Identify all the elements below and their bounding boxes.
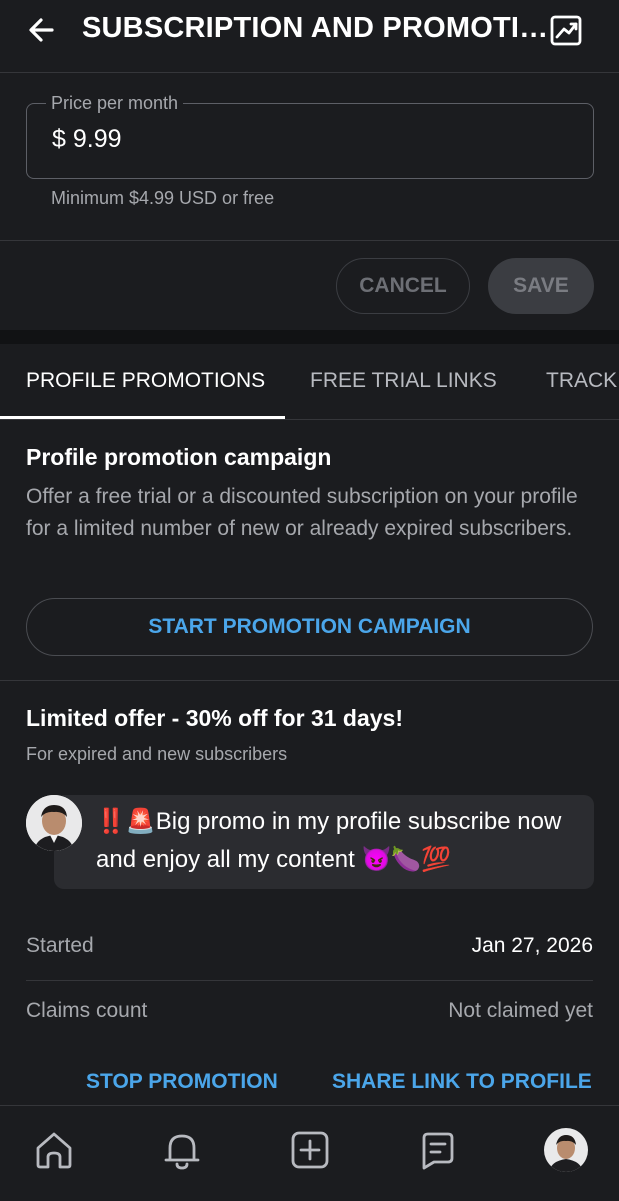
promo-message-prefix: ‼️🚨 bbox=[96, 808, 156, 835]
tabs-divider bbox=[0, 419, 619, 420]
statistics-icon[interactable] bbox=[546, 10, 586, 50]
promotion-description: Offer a free trial or a discounted subsc… bbox=[26, 485, 578, 540]
price-helper-text: Minimum $4.99 USD or free bbox=[51, 188, 275, 208]
profile-avatar[interactable] bbox=[544, 1128, 588, 1172]
promotion-section-title: Profile promotion campaign bbox=[26, 444, 332, 470]
save-button[interactable]: SAVE bbox=[488, 258, 594, 314]
tab-free-trial-links[interactable]: FREE TRIAL LINKS bbox=[310, 365, 497, 397]
divider bbox=[0, 680, 619, 681]
messages-icon[interactable] bbox=[416, 1128, 460, 1172]
claims-count-value: Not claimed yet bbox=[448, 999, 593, 1022]
started-value: Jan 27, 2026 bbox=[471, 934, 593, 957]
add-post-icon[interactable] bbox=[288, 1128, 332, 1172]
start-promotion-campaign-button[interactable]: START PROMOTION CAMPAIGN bbox=[26, 598, 593, 656]
stop-promotion-button[interactable]: STOP PROMOTION bbox=[86, 1070, 278, 1094]
promo-message-suffix: 😈🍆💯 bbox=[361, 846, 452, 873]
offer-subtitle: For expired and new subscribers bbox=[26, 744, 288, 764]
tab-profile-promotions[interactable]: PROFILE PROMOTIONS bbox=[26, 365, 265, 397]
home-icon[interactable] bbox=[32, 1128, 76, 1172]
bell-icon[interactable] bbox=[160, 1128, 204, 1172]
section-divider bbox=[0, 330, 619, 344]
offer-title: Limited offer - 30% off for 31 days! bbox=[26, 705, 404, 731]
promo-message: ‼️🚨Big promo in my profile subscribe now… bbox=[96, 803, 586, 879]
claims-count-label: Claims count bbox=[26, 999, 148, 1022]
tab-tracking-links[interactable]: TRACKI bbox=[546, 365, 619, 397]
started-label: Started bbox=[26, 934, 94, 957]
avatar bbox=[26, 795, 82, 851]
share-link-to-profile-button[interactable]: SHARE LINK TO PROFILE bbox=[332, 1070, 592, 1094]
price-value[interactable]: $ 9.99 bbox=[52, 124, 122, 154]
row-divider bbox=[26, 980, 593, 981]
divider bbox=[0, 240, 619, 241]
price-field-label: Price per month bbox=[46, 92, 184, 114]
back-arrow-icon[interactable] bbox=[22, 10, 62, 50]
cancel-button[interactable]: CANCEL bbox=[336, 258, 470, 314]
promo-message-text: Big promo in my profile subscribe now an… bbox=[96, 808, 562, 873]
page-title: SUBSCRIPTION AND PROMOTI… bbox=[82, 12, 549, 44]
